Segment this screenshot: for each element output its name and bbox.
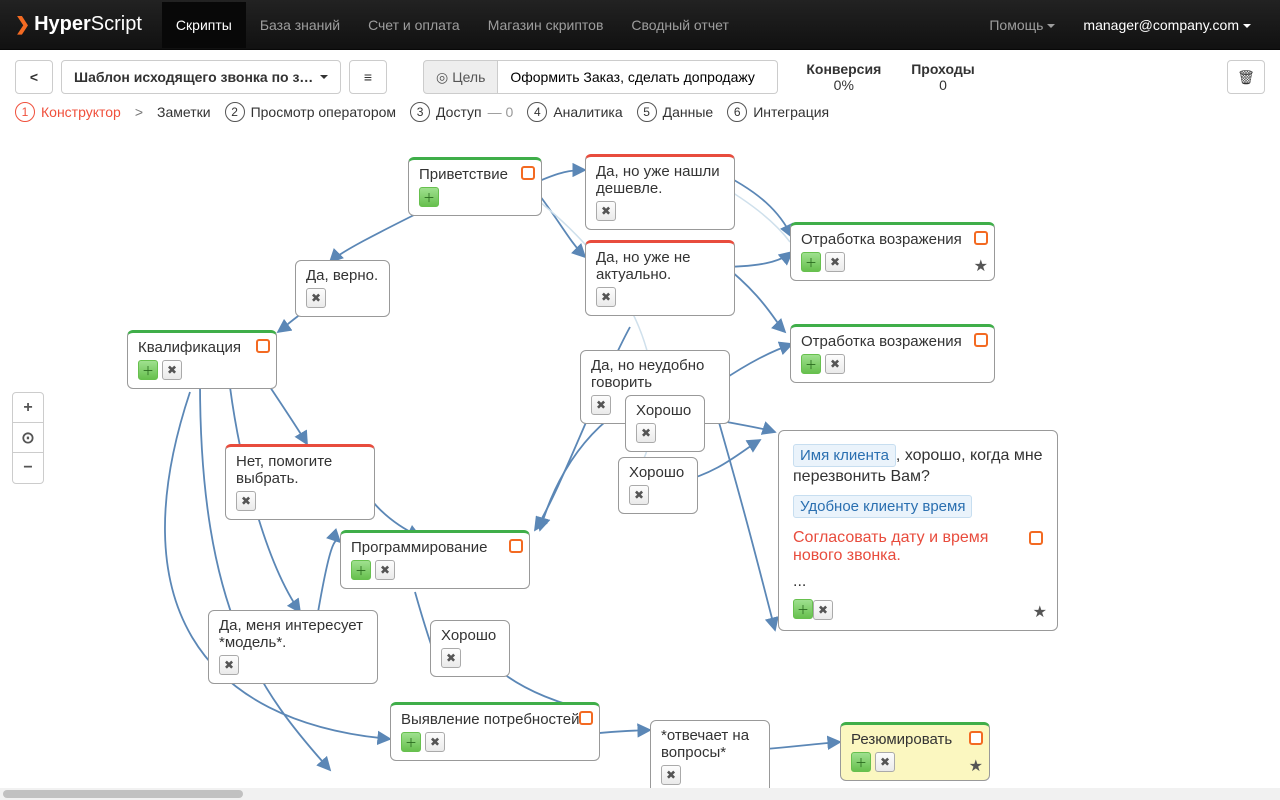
square-icon <box>1029 531 1043 545</box>
node-help-choose[interactable]: Нет, помогите выбрать. ✖ <box>225 444 375 520</box>
node-greeting[interactable]: Приветствие ＋ <box>408 157 542 216</box>
horizontal-scrollbar[interactable] <box>0 788 1280 800</box>
zoom-in-button[interactable]: + <box>13 393 43 423</box>
variable-tag[interactable]: Удобное клиенту время <box>793 495 972 518</box>
star-icon: ★ <box>974 256 988 276</box>
delete-button[interactable]: 🗑 <box>1227 60 1265 94</box>
plus-icon[interactable]: ＋ <box>793 599 813 619</box>
plus-icon[interactable]: ＋ <box>138 360 158 380</box>
node-found-cheaper[interactable]: Да, но уже нашли дешевле. ✖ <box>585 154 735 230</box>
template-dropdown[interactable]: Шаблон исходящего звонка по заяв <box>61 60 341 94</box>
square-icon <box>974 333 988 347</box>
node-ok-2[interactable]: Хорошо ✖ <box>618 457 698 514</box>
close-icon[interactable]: ✖ <box>441 648 461 668</box>
hamburger-icon: ≡ <box>364 67 372 87</box>
goal-input-group: ◎ Цель <box>423 60 778 94</box>
node-answers[interactable]: *отвечает на вопросы* ✖ <box>650 720 770 788</box>
close-icon[interactable]: ✖ <box>875 752 895 772</box>
node-summarize[interactable]: Резюмировать ★ ＋✖ <box>840 722 990 781</box>
goal-input[interactable] <box>498 60 778 94</box>
tab-data[interactable]: 5Данные <box>637 102 714 122</box>
brand-logo[interactable]: ❯ HyperScript <box>15 13 142 36</box>
nav-scripts[interactable]: Скрипты <box>162 2 246 48</box>
close-icon[interactable]: ✖ <box>591 395 611 415</box>
target-icon: ◎ <box>436 69 448 86</box>
trash-icon: 🗑 <box>1237 67 1255 87</box>
node-interested-model[interactable]: Да, меня интересует *модель*. ✖ <box>208 610 378 684</box>
close-icon[interactable]: ✖ <box>375 560 395 580</box>
tab-notes[interactable]: Заметки <box>157 104 211 120</box>
node-needs[interactable]: Выявление потребностей ＋✖ <box>390 702 600 761</box>
plus-icon[interactable]: ＋ <box>419 187 439 207</box>
stat-conversion: Конверсия 0% <box>806 61 881 93</box>
close-icon[interactable]: ✖ <box>162 360 182 380</box>
star-icon: ★ <box>969 756 983 776</box>
plus-icon[interactable]: ＋ <box>851 752 871 772</box>
square-icon <box>509 539 523 553</box>
square-icon <box>974 231 988 245</box>
menu-button[interactable]: ≡ <box>349 60 387 94</box>
tab-preview[interactable]: 2Просмотр оператором <box>225 102 396 122</box>
node-qualification[interactable]: Квалификация ＋✖ <box>127 330 277 389</box>
tab-integration[interactable]: 6Интеграция <box>727 102 829 122</box>
toolbar: < Шаблон исходящего звонка по заяв ≡ ◎ Ц… <box>0 50 1280 94</box>
close-icon[interactable]: ✖ <box>596 287 616 307</box>
chevron-left-icon: < <box>30 67 38 87</box>
zoom-out-button[interactable]: − <box>13 453 43 483</box>
close-icon[interactable]: ✖ <box>825 354 845 374</box>
tab-constructor[interactable]: 1Конструктор <box>15 102 121 122</box>
close-icon[interactable]: ✖ <box>629 485 649 505</box>
back-button[interactable]: < <box>15 60 53 94</box>
nav-report[interactable]: Сводный отчет <box>617 2 742 48</box>
node-not-actual[interactable]: Да, но уже не актуально. ✖ <box>585 240 735 316</box>
square-icon <box>521 166 535 180</box>
nav-billing[interactable]: Счет и оплата <box>354 2 474 48</box>
breadcrumb-sep: > <box>135 104 143 120</box>
nav-user[interactable]: manager@company.com <box>1069 2 1265 48</box>
plus-icon[interactable]: ＋ <box>801 354 821 374</box>
close-icon[interactable]: ✖ <box>425 732 445 752</box>
stat-passes: Проходы 0 <box>911 61 974 93</box>
node-ok-3[interactable]: Хорошо ✖ <box>430 620 510 677</box>
plus-icon[interactable]: ＋ <box>801 252 821 272</box>
close-icon[interactable]: ✖ <box>661 765 681 785</box>
variable-tag[interactable]: Имя клиента <box>793 444 896 467</box>
square-icon <box>256 339 270 353</box>
scrollbar-thumb[interactable] <box>3 790 243 798</box>
nav-help[interactable]: Помощь <box>975 2 1069 48</box>
navbar: ❯ HyperScript Скрипты База знаний Счет и… <box>0 0 1280 50</box>
zoom-center-button[interactable]: ⊙ <box>13 423 43 453</box>
detail-panel[interactable]: Имя клиента, хорошо, когда мне перезвони… <box>778 430 1058 631</box>
tab-access[interactable]: 3Доступ — 0 <box>410 102 513 122</box>
plus-icon[interactable]: ＋ <box>351 560 371 580</box>
nav-store[interactable]: Магазин скриптов <box>474 2 618 48</box>
node-programming[interactable]: Программирование ＋✖ <box>340 530 530 589</box>
node-objection-1[interactable]: Отработка возражения ★ ＋✖ <box>790 222 995 281</box>
zoom-controls: + ⊙ − <box>12 392 44 484</box>
subtabs: 1Конструктор > Заметки 2Просмотр операто… <box>0 94 1280 130</box>
close-icon[interactable]: ✖ <box>236 491 256 511</box>
node-objection-2[interactable]: Отработка возражения ＋✖ <box>790 324 995 383</box>
tab-analytics[interactable]: 4Аналитика <box>527 102 622 122</box>
square-icon <box>579 711 593 725</box>
star-icon: ★ <box>1033 602 1047 622</box>
close-icon[interactable]: ✖ <box>219 655 239 675</box>
nav-right: Помощь manager@company.com <box>975 2 1265 48</box>
chevron-right-icon: ❯ <box>15 14 30 35</box>
node-ok-1[interactable]: Хорошо ✖ <box>625 395 705 452</box>
stats: Конверсия 0% Проходы 0 <box>806 61 974 93</box>
goal-addon: ◎ Цель <box>423 60 498 94</box>
close-icon[interactable]: ✖ <box>813 600 833 620</box>
square-icon <box>969 731 983 745</box>
canvas[interactable]: Приветствие ＋ Да, но уже нашли дешевле. … <box>0 132 1280 788</box>
node-yes-correct[interactable]: Да, верно. ✖ <box>295 260 390 317</box>
close-icon[interactable]: ✖ <box>306 288 326 308</box>
plus-icon[interactable]: ＋ <box>401 732 421 752</box>
close-icon[interactable]: ✖ <box>636 423 656 443</box>
nav-kb[interactable]: База знаний <box>246 2 354 48</box>
close-icon[interactable]: ✖ <box>596 201 616 221</box>
nav-main: Скрипты База знаний Счет и оплата Магази… <box>162 2 975 48</box>
close-icon[interactable]: ✖ <box>825 252 845 272</box>
